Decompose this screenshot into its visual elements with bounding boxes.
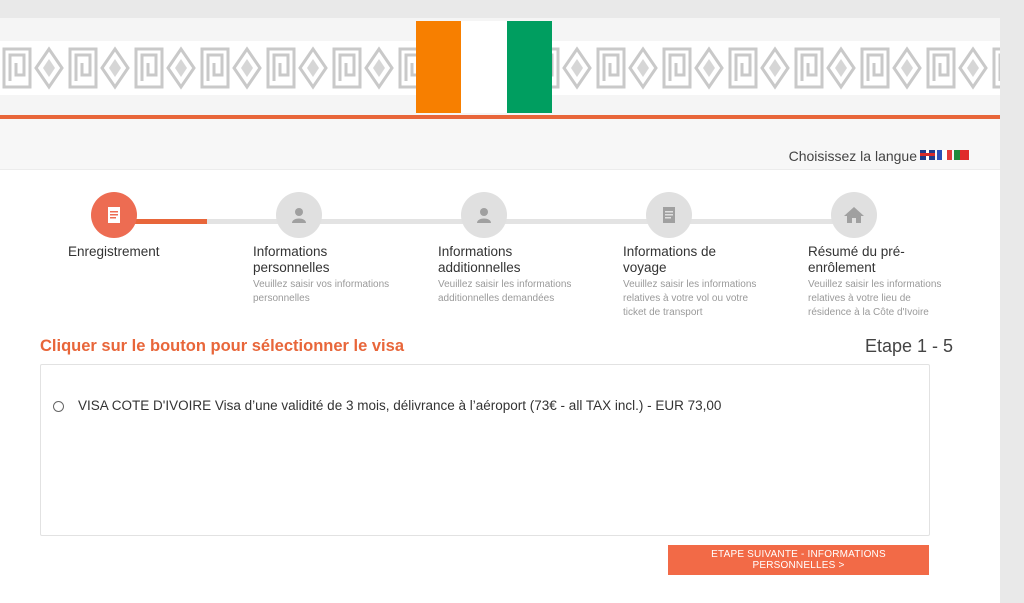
flag-white-band [461, 21, 507, 113]
step-5-title: Résumé du pré-enrôlement [808, 244, 905, 275]
visa-option-label[interactable]: VISA COTE D'IVOIRE Visa d’une validité d… [78, 398, 721, 413]
section-title: Cliquer sur le bouton pour sélectionner … [40, 337, 404, 355]
ivory-coast-flag [416, 21, 552, 113]
step-3-title: Informations additionnelles [438, 244, 521, 275]
step-4-description: Veuillez saisir les informations relativ… [623, 279, 757, 318]
step-5-description: Veuillez saisir les informations relativ… [808, 279, 942, 318]
step-2-person-icon [276, 192, 322, 238]
visa-options-panel: VISA COTE D'IVOIRE Visa d’une validité d… [40, 364, 930, 536]
flag-fr-icon[interactable] [937, 150, 952, 160]
language-label: Choisissez la langue [788, 148, 917, 164]
step-2-description: Veuillez saisir vos informations personn… [253, 279, 390, 304]
flag-pt-icon[interactable] [954, 150, 969, 160]
next-step-button[interactable]: ETAPE SUIVANTE - INFORMATIONS PERSONNELL… [668, 545, 929, 575]
language-bar: Choisissez la langue [0, 119, 1000, 170]
step-1-document-icon [91, 192, 137, 238]
step-2-title: Informations personnelles [253, 244, 330, 275]
flag-green-band [506, 21, 552, 113]
step-4-document-icon [646, 192, 692, 238]
step-1-title: Enregistrement [68, 244, 160, 259]
flag-orange-band [416, 21, 462, 113]
visa-radio-button[interactable] [53, 401, 64, 412]
step-3-description: Veuillez saisir les informations additio… [438, 279, 572, 304]
flag-en-icon[interactable] [920, 150, 935, 160]
header-banner [0, 18, 1000, 118]
step-5-home-icon [831, 192, 877, 238]
step-3-person-icon [461, 192, 507, 238]
step-counter: Etape 1 - 5 [864, 336, 953, 356]
language-flags [920, 150, 969, 160]
step-4-title: Informations de voyage [623, 244, 717, 275]
